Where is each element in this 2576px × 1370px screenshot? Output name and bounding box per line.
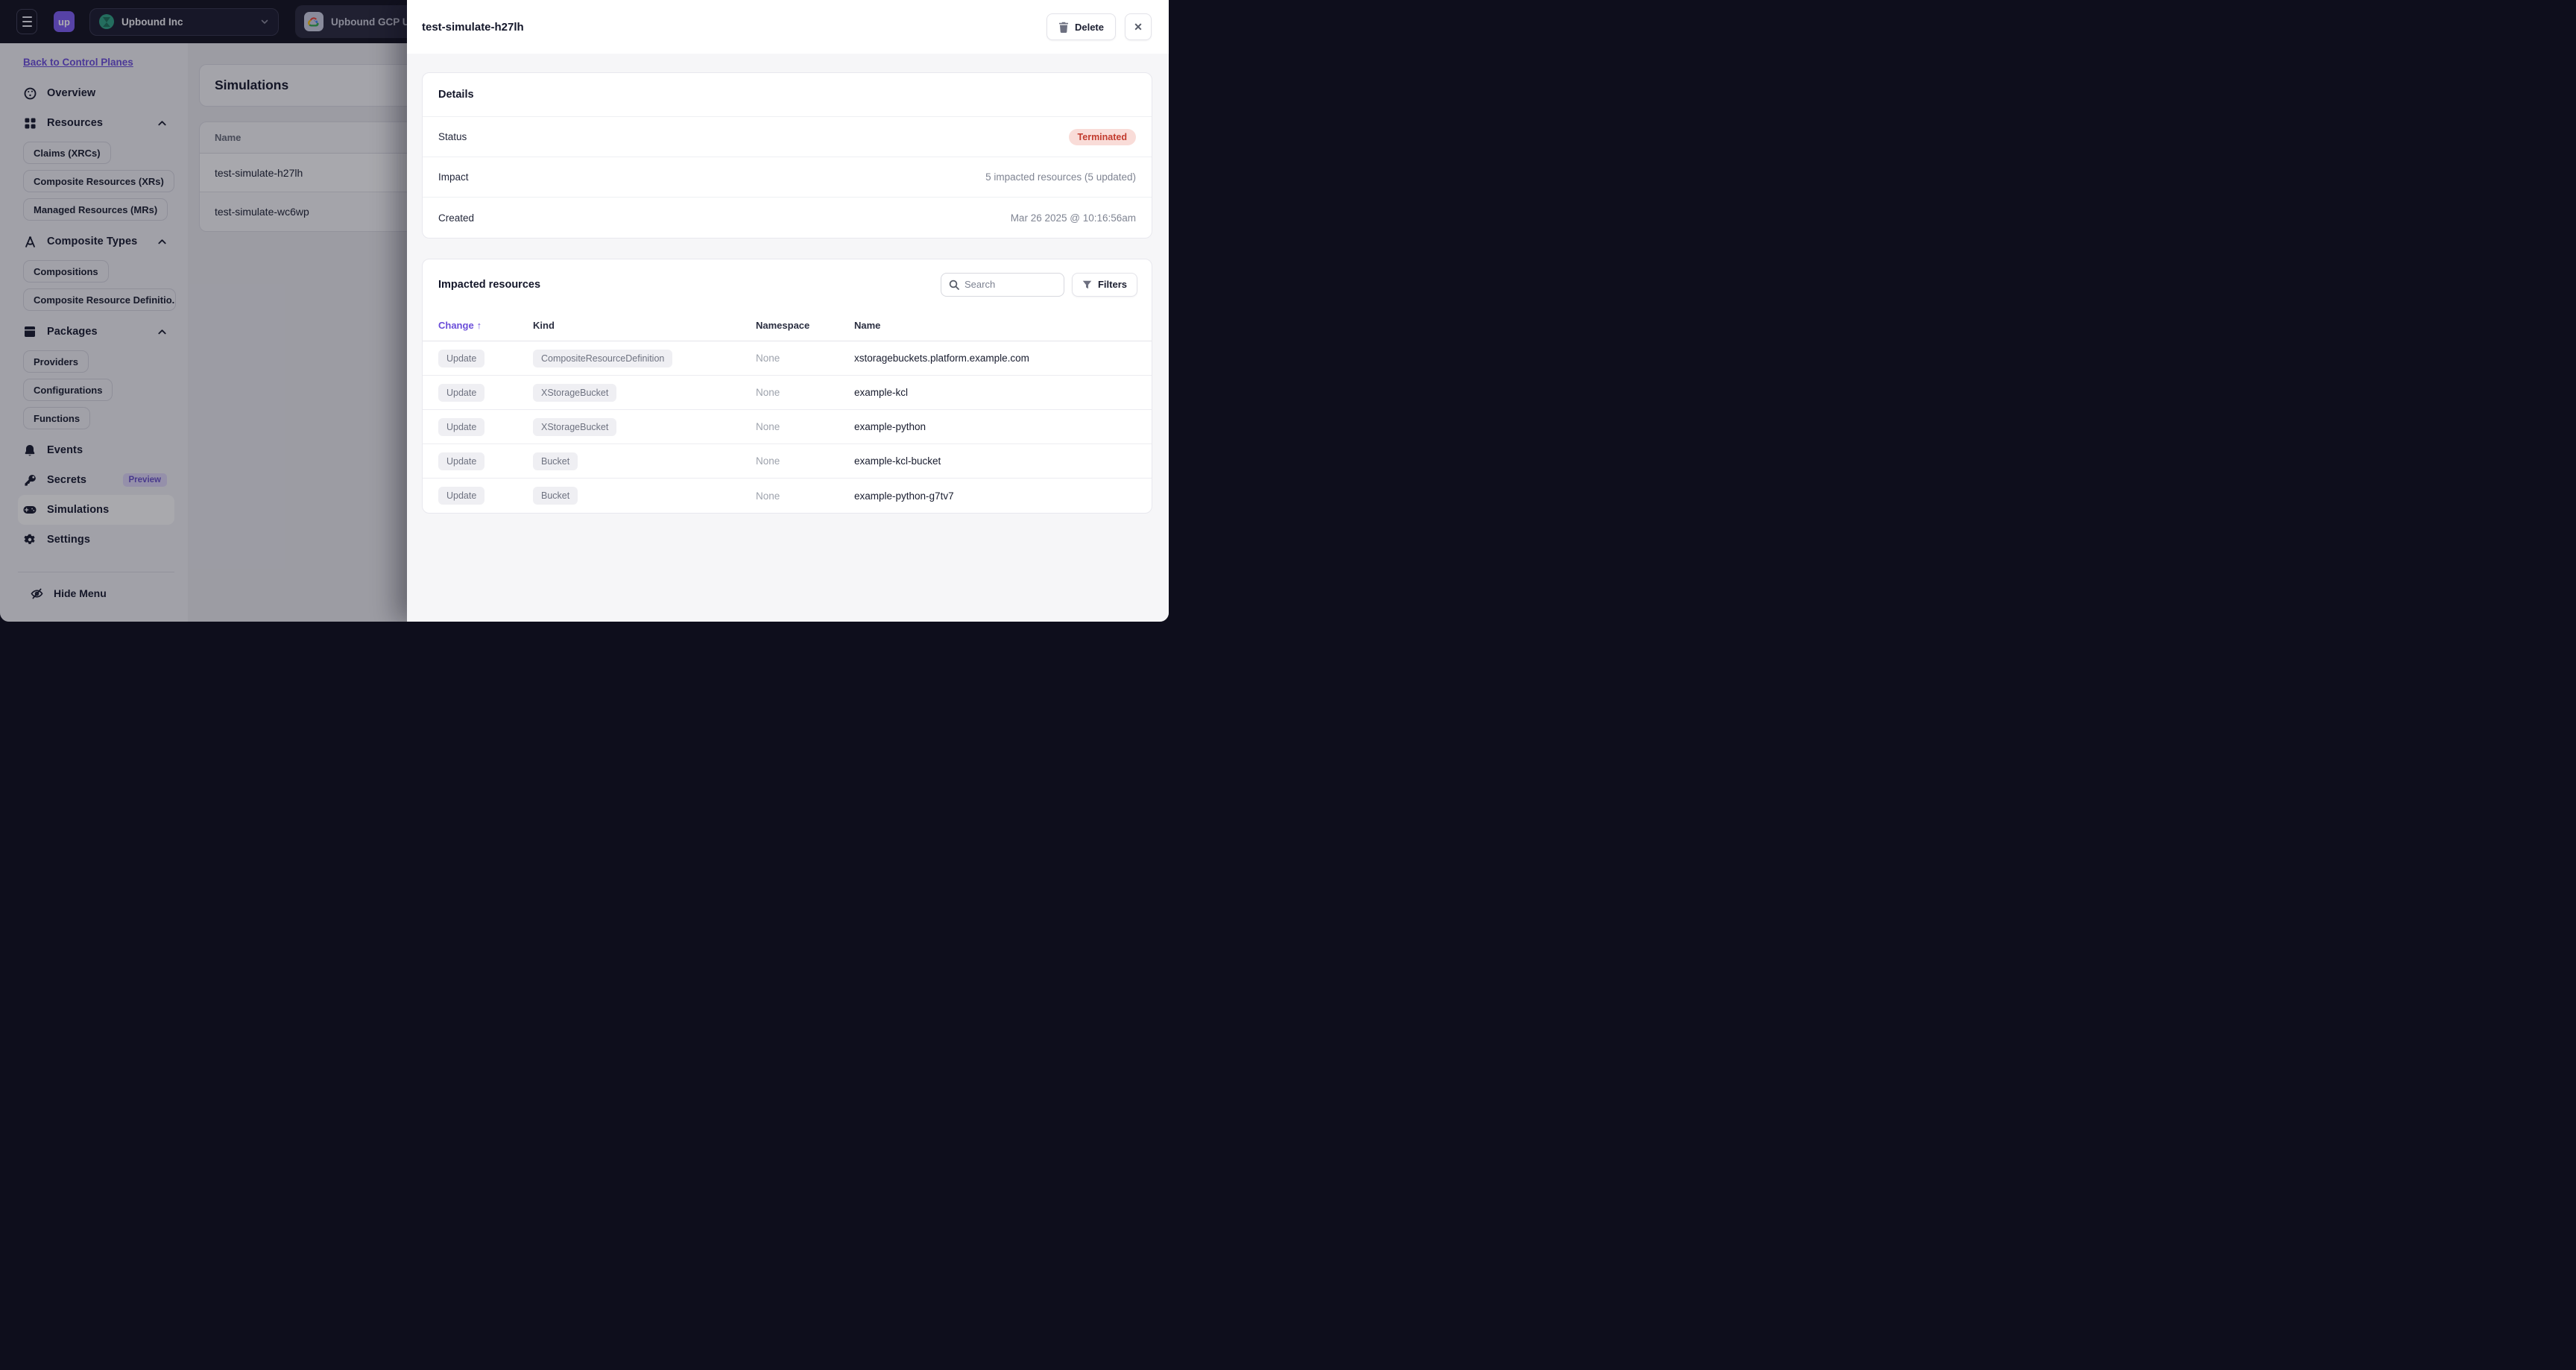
- impacted-table-row[interactable]: Update Bucket None example-kcl-bucket: [423, 444, 1152, 479]
- panel-header: test-simulate-h27lh Delete ✕: [407, 0, 1169, 54]
- filters-button[interactable]: Filters: [1071, 272, 1137, 297]
- search-input-wrap: [940, 272, 1064, 297]
- search-icon: [949, 280, 959, 290]
- status-badge: Terminated: [1068, 128, 1136, 145]
- filter-funnel-icon: [1082, 280, 1092, 289]
- column-header-namespace[interactable]: Namespace: [756, 320, 854, 331]
- impacted-table-row[interactable]: Update Bucket None example-python-g7tv7: [423, 479, 1152, 513]
- panel-body: Details Status Terminated Impact 5 impac…: [407, 54, 1169, 622]
- change-chip: Update: [438, 349, 485, 367]
- sort-ascending-icon: ↑: [476, 319, 482, 331]
- impacted-table-row[interactable]: Update XStorageBucket None example-pytho…: [423, 410, 1152, 444]
- column-header-kind[interactable]: Kind: [533, 320, 756, 331]
- change-chip: Update: [438, 487, 485, 505]
- kind-chip: Bucket: [533, 452, 578, 470]
- simulation-detail-panel: test-simulate-h27lh Delete ✕ Details Sta…: [407, 0, 1169, 622]
- impacted-table-row[interactable]: Update CompositeResourceDefinition None …: [423, 341, 1152, 376]
- search-input[interactable]: [964, 279, 1056, 290]
- change-chip: Update: [438, 452, 485, 470]
- kind-chip: Bucket: [533, 487, 578, 505]
- change-chip: Update: [438, 417, 485, 436]
- close-icon[interactable]: ✕: [1125, 13, 1152, 40]
- trash-icon: [1058, 22, 1069, 33]
- detail-row-status: Status Terminated: [423, 117, 1152, 157]
- kind-chip: XStorageBucket: [533, 383, 617, 402]
- delete-button[interactable]: Delete: [1046, 13, 1116, 40]
- impacted-resources-heading: Impacted resources: [438, 278, 541, 291]
- column-header-change[interactable]: Change ↑: [438, 320, 533, 331]
- details-heading: Details: [438, 89, 474, 101]
- impacted-table-row[interactable]: Update XStorageBucket None example-kcl: [423, 376, 1152, 410]
- detail-row-impact: Impact 5 impacted resources (5 updated): [423, 157, 1152, 198]
- kind-chip: XStorageBucket: [533, 417, 617, 436]
- panel-title: test-simulate-h27lh: [422, 20, 524, 34]
- impacted-table-header: Change ↑ Kind Namespace Name: [423, 309, 1152, 341]
- column-header-name[interactable]: Name: [854, 320, 1136, 331]
- impacted-resources-card: Impacted resources Filters: [422, 259, 1152, 514]
- details-card: Details Status Terminated Impact 5 impac…: [422, 72, 1152, 239]
- kind-chip: CompositeResourceDefinition: [533, 349, 673, 367]
- change-chip: Update: [438, 383, 485, 402]
- app-window: up Upbound Inc Upbound GCP U Back to Con…: [0, 0, 1169, 622]
- detail-row-created: Created Mar 26 2025 @ 10:16:56am: [438, 212, 1136, 224]
